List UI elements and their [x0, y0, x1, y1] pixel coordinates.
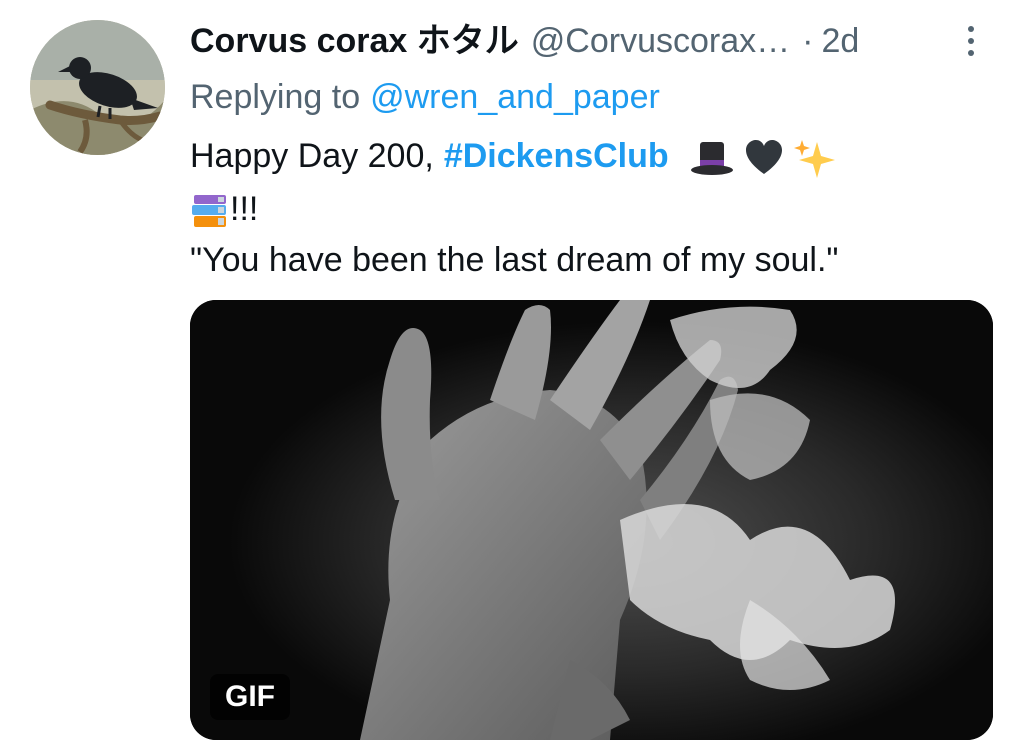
tweet-quote-text: "You have been the last dream of my soul… [190, 241, 839, 279]
more-dot-icon [968, 38, 974, 44]
gif-media[interactable]: GIF [190, 300, 993, 740]
user-handle[interactable]: @Corvuscorax… [531, 18, 790, 64]
tweet-text: !!! [230, 190, 259, 228]
tweet-text: Happy Day 200, [190, 137, 434, 175]
hashtag-link[interactable]: #DickensClub [444, 137, 669, 175]
top-hat-icon [691, 142, 734, 176]
timestamp[interactable]: 2d [821, 18, 859, 64]
tweet-text-line: !!! [190, 186, 258, 232]
gif-badge: GIF [210, 674, 290, 720]
books-icon [192, 195, 226, 228]
raven-avatar-image [30, 20, 165, 155]
more-options-button[interactable] [958, 24, 984, 58]
avatar[interactable] [30, 20, 165, 155]
mention-link[interactable]: @wren_and_paper [370, 78, 660, 116]
display-name[interactable]: Corvus corax ホタル [190, 18, 519, 64]
tweet-header: Corvus corax ホタル @Corvuscorax… · 2d [190, 18, 859, 64]
burning-hand-image [190, 300, 993, 740]
replying-to-row: Replying to @wren_and_paper [190, 74, 660, 120]
black-heart-icon [745, 140, 782, 175]
tweet[interactable]: Corvus corax ホタル @Corvuscorax… · 2d Repl… [0, 0, 1023, 755]
separator-dot: · [802, 22, 814, 60]
replying-to-label: Replying to [190, 78, 361, 116]
tweet-text-line: Happy Day 200, #DickensClub [190, 133, 837, 179]
more-dot-icon [968, 26, 974, 32]
more-dot-icon [968, 50, 974, 56]
sparkles-icon [794, 140, 836, 179]
